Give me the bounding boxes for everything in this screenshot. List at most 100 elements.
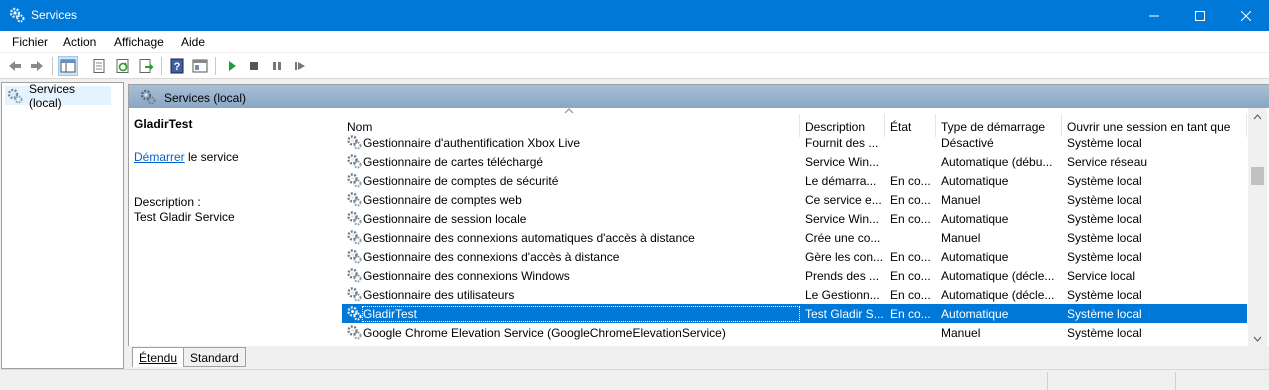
description-label: Description : (134, 195, 201, 209)
table-row[interactable]: Gestionnaire de session locale Service Wi… (342, 209, 1247, 228)
services-list: Nom Description État Type de démarrage O… (342, 108, 1258, 347)
pause-service-button[interactable] (267, 56, 287, 76)
back-arrow-icon (9, 61, 21, 71)
cell-name: Gestionnaire des connexions Windows (363, 269, 570, 283)
cell-name: GladirTest (362, 306, 800, 322)
service-gear-icon (347, 230, 362, 245)
cell-name: Gestionnaire des connexions automatiques… (363, 231, 695, 245)
back-button[interactable] (5, 56, 25, 76)
description-text: Test Gladir Service (134, 210, 235, 224)
menu-fichier[interactable]: Fichier (12, 35, 48, 49)
pause-icon (273, 62, 281, 70)
maximize-button[interactable] (1177, 0, 1223, 31)
cell-state: En co... (890, 212, 931, 226)
cell-name: Gestionnaire de session locale (363, 212, 527, 226)
scroll-up-button[interactable] (1248, 108, 1267, 125)
cell-description: Crée une co... (805, 231, 881, 245)
cell-startup: Automatique (décle... (941, 288, 1055, 302)
services-window: Services Fichier Action Affichage Aide ?… (0, 0, 1269, 390)
title-bar[interactable]: Services (0, 0, 1269, 31)
cell-description: Fournit des ... (805, 136, 879, 150)
cell-startup: Automatique (941, 250, 1009, 264)
cell-logon: Système local (1067, 307, 1142, 321)
export-icon (139, 59, 154, 73)
close-button[interactable] (1223, 0, 1269, 31)
cell-logon: Système local (1067, 288, 1142, 302)
service-gear-icon (347, 211, 362, 226)
table-row[interactable]: Gestionnaire de comptes web Ce service e.… (342, 190, 1247, 209)
minimize-button[interactable] (1131, 0, 1177, 31)
table-row[interactable]: Gestionnaire de comptes de sécurité Le dé… (342, 171, 1247, 190)
cell-logon: Système local (1067, 174, 1142, 188)
tab-extended[interactable]: Étendu (132, 347, 185, 367)
refresh-button[interactable] (113, 56, 133, 76)
restart-service-button[interactable] (290, 56, 310, 76)
cell-state: En co... (890, 250, 931, 264)
start-service-line: Démarrer le service (134, 150, 239, 164)
cell-state: En co... (890, 174, 931, 188)
toolbar: ? (0, 53, 1269, 79)
table-row[interactable]: Gestionnaire des connexions Windows Prend… (342, 266, 1247, 285)
cell-startup: Manuel (941, 231, 981, 245)
cell-name: Google Chrome Elevation Service (GoogleC… (363, 326, 726, 340)
cell-state: En co... (890, 307, 931, 321)
start-service-link[interactable]: Démarrer (134, 150, 185, 164)
pane-header: Services (local) (129, 85, 1269, 108)
export-list-button[interactable] (136, 56, 156, 76)
menu-bar: Fichier Action Affichage Aide (0, 31, 1269, 53)
menu-aide[interactable]: Aide (181, 35, 205, 49)
cell-logon: Service réseau (1067, 155, 1148, 169)
refresh-icon (116, 59, 129, 73)
table-row[interactable]: Gestionnaire de cartes téléchargé Service… (342, 152, 1247, 171)
cell-name: Gestionnaire des utilisateurs (363, 288, 515, 302)
table-row[interactable]: Gestionnaire d'authentification Xbox Liv… (342, 133, 1247, 152)
service-gear-icon (347, 268, 362, 283)
close-icon (1241, 10, 1251, 21)
table-row[interactable]: GladirTest Test Gladir S... En co... Automa… (342, 304, 1247, 323)
table-row[interactable]: Google Chrome Elevation Service (GoogleC… (342, 323, 1247, 342)
forward-button[interactable] (27, 56, 47, 76)
cell-logon: Système local (1067, 326, 1142, 340)
forward-arrow-icon (31, 61, 43, 71)
view-tabs: Étendu Standard (128, 346, 1269, 369)
show-hide-tree-icon (60, 59, 76, 73)
console-view-button[interactable] (190, 56, 210, 76)
chevron-up-icon (1253, 113, 1262, 119)
cell-description: Service Win... (805, 212, 880, 226)
show-hide-tree-button[interactable] (58, 56, 78, 76)
tab-standard[interactable]: Standard (183, 347, 246, 367)
menu-affichage[interactable]: Affichage (114, 35, 164, 49)
cell-startup: Manuel (941, 326, 981, 340)
tree-node-services-local[interactable]: Services (local) (5, 82, 111, 110)
services-gear-icon (9, 7, 25, 23)
services-gear-icon (140, 89, 156, 105)
status-separator (1047, 372, 1048, 390)
menu-action[interactable]: Action (63, 35, 96, 49)
cell-startup: Désactivé (941, 136, 994, 150)
toolbar-separator (52, 57, 53, 75)
service-gear-icon (347, 325, 362, 340)
start-service-button[interactable] (222, 56, 242, 76)
service-gear-icon (347, 287, 362, 302)
cell-name: Gestionnaire de comptes de sécurité (363, 174, 559, 188)
table-row[interactable]: Gestionnaire des connexions d'accès à di… (342, 247, 1247, 266)
scroll-thumb[interactable] (1251, 167, 1264, 185)
tree-node-label: Services (local) (29, 81, 76, 110)
cell-name: Gestionnaire des connexions d'accès à di… (363, 250, 620, 264)
cell-startup: Automatique (941, 307, 1009, 321)
stop-icon (250, 62, 258, 70)
help-icon: ? (170, 58, 184, 74)
properties-icon (93, 59, 105, 73)
scroll-down-button[interactable] (1248, 330, 1267, 347)
vertical-scrollbar[interactable] (1248, 108, 1267, 347)
cell-logon: Système local (1067, 136, 1142, 150)
stop-service-button[interactable] (244, 56, 264, 76)
cell-state: En co... (890, 269, 931, 283)
properties-button[interactable] (89, 56, 109, 76)
table-row[interactable]: Gestionnaire des connexions automatiques… (342, 228, 1247, 247)
table-row[interactable]: Gestionnaire des utilisateurs Le Gestionn… (342, 285, 1247, 304)
toolbar-separator (215, 57, 216, 75)
service-gear-icon (347, 192, 362, 207)
help-button[interactable]: ? (167, 56, 187, 76)
cell-description: Test Gladir S... (805, 307, 884, 321)
